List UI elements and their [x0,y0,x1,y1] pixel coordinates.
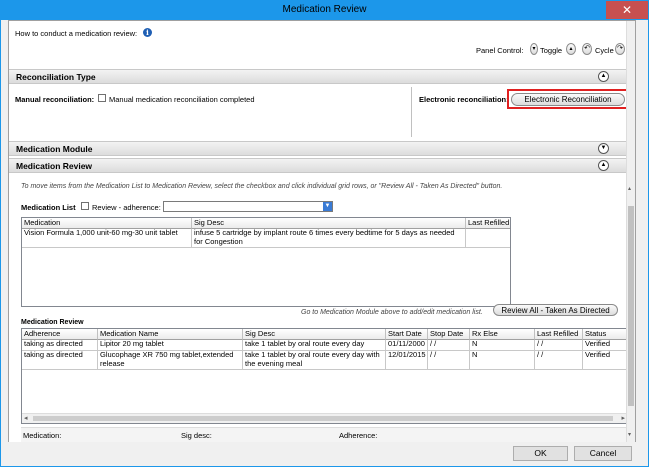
scroll-thumb[interactable] [33,416,613,421]
cell-sig-desc: take 1 tablet by oral route every day wi… [243,351,386,370]
reconciliation-type-title: Reconciliation Type [16,72,96,82]
cell-rx-else: N [470,340,535,351]
collapse-up-icon[interactable]: ▲ [598,160,609,171]
ok-button[interactable]: OK [513,446,568,461]
cycle-back-icon[interactable]: ↶ [582,43,592,55]
cell-status: Verified [583,351,627,370]
cancel-button[interactable]: Cancel [574,446,632,461]
column-header-sig-desc[interactable]: Sig Desc [192,218,466,229]
scroll-down-icon[interactable]: ▾ [628,431,631,438]
cell-sig-desc: take 1 tablet by oral route every day [243,340,386,351]
manual-reconciliation-text: Manual medication reconciliation complet… [109,95,255,104]
dropdown-arrow-icon[interactable]: ▼ [323,202,332,211]
column-header-status[interactable]: Status [583,329,627,340]
reconciliation-type-header[interactable]: Reconciliation Type ▲ [9,69,627,84]
electronic-reconciliation-label: Electronic reconciliation: [419,95,509,104]
column-header-stop-date[interactable]: Stop Date [428,329,470,340]
medication-review-title: Medication Review [16,161,93,171]
expand-down-icon[interactable]: ▼ [598,143,609,154]
howto-label: How to conduct a medication review: [15,29,138,38]
cell-medication-name: Lipitor 20 mg tablet [98,340,243,351]
review-adherence-checkbox[interactable] [81,202,89,210]
instructions-text: To move items from the Medication List t… [21,183,503,190]
toggle-down-icon[interactable]: ▾ [530,43,538,55]
cell-rx-else: N [470,351,535,370]
cell-start-date: 12/01/2015 [386,351,428,370]
cell-stop-date: / / [428,340,470,351]
detail-adherence-label: Adherence: [339,431,378,440]
electronic-reconciliation-button[interactable]: Electronic Reconciliation [511,93,625,106]
cell-status: Verified [583,340,627,351]
manual-reconciliation-checkbox[interactable] [98,94,106,102]
column-header-last-refilled[interactable]: Last Refilled [466,218,510,229]
collapse-up-icon[interactable]: ▲ [598,71,609,82]
review-all-button[interactable]: Review All - Taken As Directed [493,304,618,316]
cell-adherence: taking as directed [22,340,98,351]
column-header-adherence[interactable]: Adherence [22,329,98,340]
cycle-label: Cycle [595,46,614,55]
column-header-rx-else[interactable]: Rx Else [470,329,535,340]
medication-module-header[interactable]: Medication Module ▼ [9,141,627,156]
column-header-last-refilled[interactable]: Last Refilled [535,329,583,340]
client-area: How to conduct a medication review: i Pa… [8,20,636,443]
cycle-forward-icon[interactable]: ↷ [615,43,625,55]
toggle-up-icon[interactable]: ▴ [566,43,576,55]
info-icon[interactable]: i [143,28,152,37]
medication-review-window: Medication Review ✕ How to conduct a med… [0,0,649,467]
adherence-dropdown[interactable]: ▼ [163,201,333,212]
review-grid-label: Medication Review [21,319,84,326]
column-header-sig-desc[interactable]: Sig Desc [243,329,386,340]
column-header-medication[interactable]: Medication [22,218,192,229]
title-bar[interactable]: Medication Review ✕ [1,1,648,20]
column-header-start-date[interactable]: Start Date [386,329,428,340]
scroll-thumb[interactable] [628,206,634,406]
cell-last-refilled: / / [535,340,583,351]
manual-reconciliation-label: Manual reconciliation: [15,95,95,104]
cell-start-date: 01/11/2000 [386,340,428,351]
reconciliation-divider [411,87,412,137]
review-adherence-label: Review - adherence: [92,203,161,212]
cell-sig-desc: infuse 5 cartridge by implant route 6 ti… [192,229,466,248]
cell-last-refilled: / / [535,351,583,370]
detail-panel: Medication: Sig desc: Adherence: [21,427,628,442]
review-hint-text: Go to Medication Module above to add/edi… [301,309,483,316]
horizontal-scrollbar[interactable]: ◂ ▸ [22,413,627,423]
medication-list-grid: Medication Sig Desc Last Refilled Vision… [21,217,511,307]
cell-medication: Vision Formula 1,000 unit-60 mg-30 unit … [22,229,192,248]
cell-adherence: taking as directed [22,351,98,370]
column-header-medication-name[interactable]: Medication Name [98,329,243,340]
scroll-right-icon[interactable]: ▸ [621,414,625,423]
scroll-left-icon[interactable]: ◂ [24,414,28,423]
window-title: Medication Review [282,4,367,15]
cell-stop-date: / / [428,351,470,370]
panel-control-label: Panel Control: [476,46,524,55]
detail-sig-label: Sig desc: [181,431,212,440]
vertical-scrollbar[interactable]: ▴ ▾ [626,21,635,442]
close-button[interactable]: ✕ [606,1,648,19]
toggle-label: Toggle [540,46,563,55]
cell-medication-name: Glucophage XR 750 mg tablet,extended rel… [98,351,243,370]
scroll-up-icon[interactable]: ▴ [628,185,631,192]
medication-list-label: Medication List [21,203,76,212]
detail-medication-label: Medication: [23,431,62,440]
medication-review-grid: Adherence Medication Name Sig Desc Start… [21,328,628,424]
medication-review-header[interactable]: Medication Review ▲ [9,158,627,173]
medication-module-title: Medication Module [16,144,93,154]
dialog-button-bar: OK Cancel [1,442,648,466]
cell-last-refilled [466,229,510,248]
